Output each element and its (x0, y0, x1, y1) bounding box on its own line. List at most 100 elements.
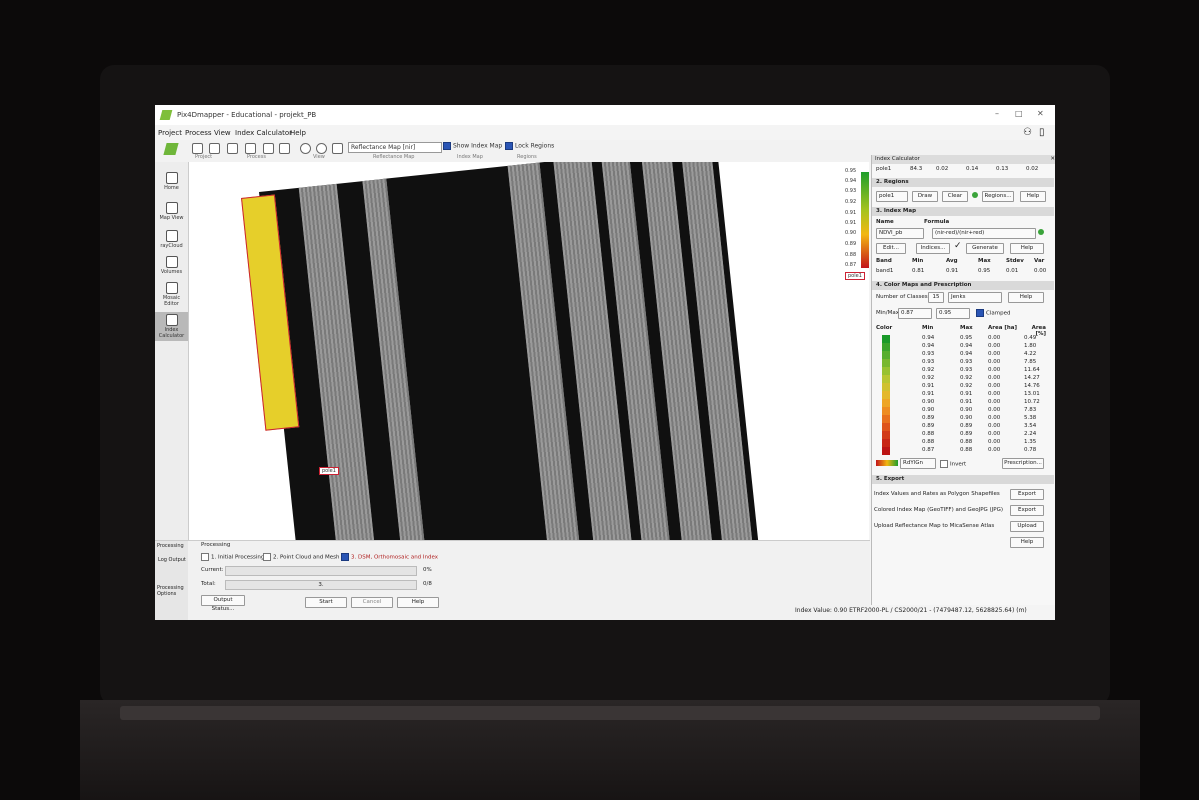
menu-view[interactable]: View (214, 129, 231, 137)
book-icon[interactable]: ▯ (1039, 127, 1045, 138)
minimize-icon[interactable]: – (995, 109, 999, 118)
output-status-button[interactable]: Output Status... (201, 595, 245, 612)
edit-icon[interactable] (279, 143, 290, 154)
indices-button[interactable]: Indices... (916, 243, 950, 254)
cell: 0.00 (988, 391, 1001, 397)
file-icon[interactable] (263, 143, 274, 154)
export-shapefiles-button[interactable]: Export (1010, 489, 1044, 500)
table-row: 0.92 0.92 0.00 14.27 (876, 375, 1046, 383)
zoom-out-icon[interactable] (316, 143, 327, 154)
section-color-maps[interactable]: 4. Color Maps and Prescription (872, 281, 1054, 290)
new-file-icon[interactable] (227, 143, 238, 154)
current-label: Current: (201, 567, 224, 573)
cancel-button[interactable]: Cancel (351, 597, 393, 608)
color-swatch[interactable] (882, 335, 890, 343)
prescription-button[interactable]: Prescription... (1002, 458, 1044, 469)
invert-checkbox[interactable]: Invert (940, 460, 966, 468)
user-icon[interactable]: ⚇ (1023, 127, 1032, 138)
maximize-icon[interactable]: □ (1015, 109, 1023, 118)
export-label: Upload Reflectance Map to MicaSense Atla… (874, 523, 995, 529)
color-swatch[interactable] (882, 439, 890, 447)
export-help-button[interactable]: Help (1010, 537, 1044, 548)
map-view[interactable]: pole1 0.95 0.94 0.93 0.92 0.91 0.91 0.90… (189, 162, 869, 540)
panel-title: Index Calculator ✕ (872, 155, 1055, 164)
total-label: Total: (201, 581, 216, 587)
sidebar-item-volumes[interactable]: Volumes (155, 256, 188, 275)
step-1-checkbox[interactable]: 1. Initial Processing (201, 553, 264, 561)
colormap-select[interactable]: RdYlGn (900, 458, 936, 469)
cell: 10.72 (1024, 399, 1040, 405)
cell: 0.89 (960, 423, 973, 429)
table-row: 0.89 0.90 0.00 5.38 (876, 415, 1046, 423)
show-index-map-checkbox[interactable]: Show Index Map (443, 142, 502, 150)
color-swatch[interactable] (882, 367, 890, 375)
section-export[interactable]: 5. Export (872, 475, 1054, 484)
draw-button[interactable]: Draw (912, 191, 938, 202)
regions-help-button[interactable]: Help (1020, 191, 1046, 202)
color-swatch[interactable] (882, 399, 890, 407)
classes-spinbox[interactable]: 15 (928, 292, 944, 303)
sidebar-item-raycloud[interactable]: rayCloud (155, 230, 188, 249)
generate-button[interactable]: Generate (966, 243, 1004, 254)
regions-button[interactable]: Regions... (982, 191, 1014, 202)
color-swatch[interactable] (882, 391, 890, 399)
step-3-checkbox[interactable]: 3. DSM, Orthomosaic and Index (341, 553, 438, 561)
cell: 0.87 (922, 447, 935, 453)
close-icon[interactable]: ✕ (1037, 109, 1044, 118)
color-swatch[interactable] (882, 415, 890, 423)
processing-options-tab[interactable]: Processing Options (157, 585, 187, 597)
edit-button[interactable]: Edit... (876, 243, 906, 254)
step-2-checkbox[interactable]: 2. Point Cloud and Mesh (263, 553, 339, 561)
section-index-map[interactable]: 3. Index Map (872, 207, 1054, 216)
index-map-help-button[interactable]: Help (1010, 243, 1044, 254)
clear-button[interactable]: Clear (942, 191, 968, 202)
panel-close-icon[interactable]: ✕ (1050, 155, 1055, 164)
color-swatch[interactable] (882, 375, 890, 383)
menu-help[interactable]: Help (290, 129, 306, 137)
color-swatch[interactable] (882, 383, 890, 391)
processing-help-button[interactable]: Help (397, 597, 439, 608)
index-calculator-panel: Index Calculator ✕ pole1 84.3 0.02 0.14 0… (871, 155, 1055, 605)
color-swatch[interactable] (882, 351, 890, 359)
color-swatch[interactable] (882, 423, 890, 431)
formula-input[interactable]: (nir-red)/(nir+red) (932, 228, 1036, 239)
sidebar-item-index-calculator[interactable]: Index Calculator (155, 312, 188, 341)
folder-icon[interactable] (245, 143, 256, 154)
upload-atlas-button[interactable]: Upload (1010, 521, 1044, 532)
export-geotiff-button[interactable]: Export (1010, 505, 1044, 516)
sidebar-item-home[interactable]: Home (155, 172, 188, 191)
minmax-label: Min/Max (876, 310, 899, 316)
open-project-icon[interactable] (192, 143, 203, 154)
log-output-tab[interactable]: Log Output (158, 557, 186, 563)
cell: 7.83 (1024, 407, 1037, 413)
section-regions[interactable]: 2. Regions (872, 178, 1054, 187)
stats-header: Band Min Avg Max Stdev Var (876, 258, 1046, 266)
start-button[interactable]: Start (305, 597, 347, 608)
color-swatch[interactable] (882, 359, 890, 367)
cell: Area [ha] (988, 325, 1017, 331)
classification-method-select[interactable]: Jenks (948, 292, 1002, 303)
color-swatch[interactable] (882, 343, 890, 351)
max-input[interactable]: 0.95 (936, 308, 970, 319)
fit-view-icon[interactable] (332, 143, 343, 154)
reflectance-map-select[interactable]: Reflectance Map [nir] (348, 142, 442, 153)
sidebar-item-mosaic-editor[interactable]: Mosaic Editor (155, 282, 188, 307)
menu-project[interactable]: Project (158, 129, 182, 137)
zoom-in-icon[interactable] (300, 143, 311, 154)
processing-tab[interactable]: Processing (157, 543, 184, 549)
index-name-select[interactable]: NDVI_pb (876, 228, 924, 239)
cell: 0.00 (988, 367, 1001, 373)
color-swatch[interactable] (882, 447, 890, 455)
crosshair-icon[interactable] (209, 143, 220, 154)
color-swatch[interactable] (882, 431, 890, 439)
lock-regions-checkbox[interactable]: Lock Regions (505, 142, 554, 150)
menu-process[interactable]: Process (185, 129, 212, 137)
min-input[interactable]: 0.87 (898, 308, 932, 319)
menu-index-calculator[interactable]: Index Calculator (235, 129, 292, 137)
screen: Pix4Dmapper - Educational - projekt_PB –… (155, 105, 1055, 620)
color-swatch[interactable] (882, 407, 890, 415)
region-select[interactable]: pole1 (876, 191, 908, 202)
clamped-checkbox[interactable]: Clamped (976, 309, 1010, 317)
color-maps-help-button[interactable]: Help (1008, 292, 1044, 303)
sidebar-item-map-view[interactable]: Map View (155, 202, 188, 221)
